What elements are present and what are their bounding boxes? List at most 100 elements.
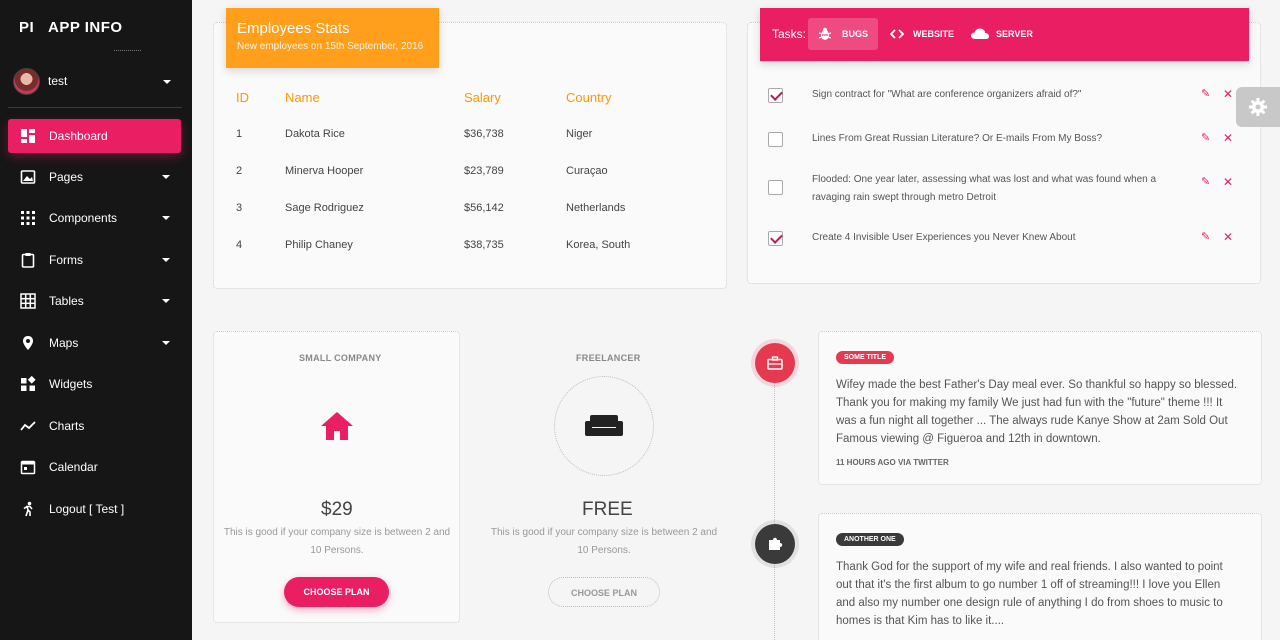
- table-cell: $36,738: [464, 128, 504, 140]
- tab-label: SERVER: [996, 29, 1033, 39]
- run-icon: [23, 501, 33, 517]
- task-checkbox[interactable]: [768, 132, 783, 147]
- sidebar-item-charts[interactable]: Charts: [8, 409, 181, 443]
- chevron-down-icon: [162, 341, 170, 345]
- table-cell: Dakota Rice: [285, 128, 345, 140]
- sidebar-item-label: Widgets: [49, 377, 93, 391]
- sidebar-item-components[interactable]: Components: [8, 201, 181, 235]
- table-row: 4 Philip Chaney $38,735 Korea, South: [236, 239, 706, 259]
- table-cell: Sage Rodriguez: [285, 202, 364, 214]
- choose-plan-button[interactable]: CHOOSE PLAN: [548, 577, 660, 607]
- sidebar-item-tables[interactable]: Tables: [8, 284, 181, 318]
- chevron-down-icon: [163, 80, 171, 84]
- sidebar-item-label: Maps: [49, 336, 79, 350]
- column-header: Country: [566, 90, 612, 105]
- timeline-icon: [20, 421, 36, 431]
- timeline-badge: [755, 343, 795, 383]
- brand-name: APP INFO: [48, 19, 123, 36]
- close-icon[interactable]: ✕: [1223, 88, 1233, 100]
- table-row: 1 Dakota Rice $36,738 Niger: [236, 128, 706, 148]
- timeline-tag: ANOTHER ONE: [836, 533, 904, 546]
- table-cell: 2: [236, 165, 243, 177]
- timeline-tag: SOME TITLE: [836, 351, 894, 364]
- chevron-down-icon: [162, 175, 170, 179]
- timeline-card: SOME TITLE Wifey made the best Father's …: [818, 331, 1262, 485]
- widgets-icon: [21, 376, 36, 391]
- timeline-badge: [755, 524, 795, 564]
- tab-bugs[interactable]: BUGS: [808, 18, 878, 50]
- sidebar: PI APP INFO test Dashboard Pages Compone…: [0, 0, 192, 640]
- avatar: [13, 68, 40, 95]
- dashboard-icon: [21, 129, 35, 143]
- sofa-icon: [585, 415, 623, 436]
- timeline-footer: 11 HOURS AGO VIA TWITTER: [836, 458, 949, 467]
- task-checkbox[interactable]: [768, 180, 783, 195]
- settings-button[interactable]: [1236, 87, 1280, 127]
- sidebar-item-dashboard[interactable]: Dashboard: [8, 119, 181, 153]
- tab-website[interactable]: WEBSITE: [882, 18, 960, 50]
- bug-icon: [818, 27, 832, 40]
- sidebar-item-maps[interactable]: Maps: [8, 326, 181, 360]
- table-cell: Curaçao: [566, 165, 608, 177]
- apps-icon: [21, 211, 35, 225]
- table-cell: 3: [236, 202, 243, 214]
- table-cell: Niger: [566, 128, 593, 140]
- task-text: Flooded: One year later, assessing what …: [812, 174, 1157, 203]
- sidebar-item-logout[interactable]: Logout [ Test ]: [8, 492, 181, 526]
- employees-subtitle: New employees on 15th September, 2016: [237, 41, 424, 52]
- sidebar-item-label: Pages: [49, 170, 84, 184]
- close-icon[interactable]: ✕: [1223, 132, 1233, 144]
- sidebar-divider: [8, 107, 182, 108]
- close-icon[interactable]: ✕: [1223, 231, 1233, 243]
- briefcase-icon: [767, 356, 783, 370]
- sidebar-item-label: Dashboard: [49, 129, 108, 143]
- table-cell: 4: [236, 239, 243, 251]
- gear-icon: [1249, 98, 1267, 116]
- image-icon: [20, 170, 36, 184]
- sidebar-item-widgets[interactable]: Widgets: [8, 367, 181, 401]
- table-cell: Korea, South: [566, 239, 631, 251]
- table-cell: Minerva Hooper: [285, 165, 364, 177]
- sidebar-item-forms[interactable]: Forms: [8, 243, 181, 277]
- edit-icon[interactable]: ✎: [1201, 177, 1211, 188]
- tab-label: BUGS: [842, 29, 869, 39]
- cloud-icon: [971, 28, 989, 39]
- price-description: This is good if your company size is bet…: [223, 527, 451, 556]
- close-icon[interactable]: ✕: [1223, 176, 1233, 188]
- edit-icon[interactable]: ✎: [1201, 133, 1211, 144]
- pricing-title: FREELANCER: [576, 353, 641, 363]
- edit-icon[interactable]: ✎: [1201, 89, 1211, 100]
- choose-plan-button[interactable]: CHOOSE PLAN: [284, 577, 389, 607]
- column-header: Salary: [464, 90, 501, 105]
- employees-card-header: Employees Stats New employees on 15th Se…: [226, 8, 439, 68]
- employees-title: Employees Stats: [237, 20, 350, 37]
- table-cell: $56,142: [464, 202, 504, 214]
- user-menu[interactable]: test: [0, 62, 192, 102]
- home-icon: [321, 412, 353, 440]
- sidebar-item-calendar[interactable]: Calendar: [8, 450, 181, 484]
- calendar-icon: [20, 460, 36, 475]
- task-checkbox[interactable]: [768, 231, 783, 246]
- puzzle-icon: [769, 537, 783, 550]
- place-icon: [23, 336, 33, 350]
- task-text: Sign contract for "What are conference o…: [812, 89, 1082, 100]
- chevron-down-icon: [162, 258, 170, 262]
- brand-divider: [114, 50, 141, 51]
- table-cell: 1: [236, 128, 243, 140]
- sidebar-item-pages[interactable]: Pages: [8, 160, 181, 194]
- sidebar-item-label: Components: [49, 211, 118, 225]
- timeline-card: ANOTHER ONE Thank God for the support of…: [818, 513, 1262, 640]
- code-icon: [890, 29, 904, 39]
- table-cell: Philip Chaney: [285, 239, 353, 251]
- tab-server[interactable]: SERVER: [964, 18, 1042, 50]
- tasks-card-header: Tasks: BUGS WEBSITE SERVER: [760, 8, 1249, 61]
- brand[interactable]: PI APP INFO: [0, 0, 192, 54]
- column-header: ID: [236, 90, 249, 105]
- edit-icon[interactable]: ✎: [1201, 232, 1211, 243]
- brand-mini-logo: PI: [19, 19, 35, 36]
- task-text: Create 4 Invisible User Experiences you …: [812, 232, 1076, 243]
- task-checkbox[interactable]: [768, 88, 783, 103]
- sidebar-item-label: Calendar: [49, 460, 98, 474]
- tasks-label: Tasks:: [772, 27, 807, 41]
- grid-icon: [20, 293, 36, 309]
